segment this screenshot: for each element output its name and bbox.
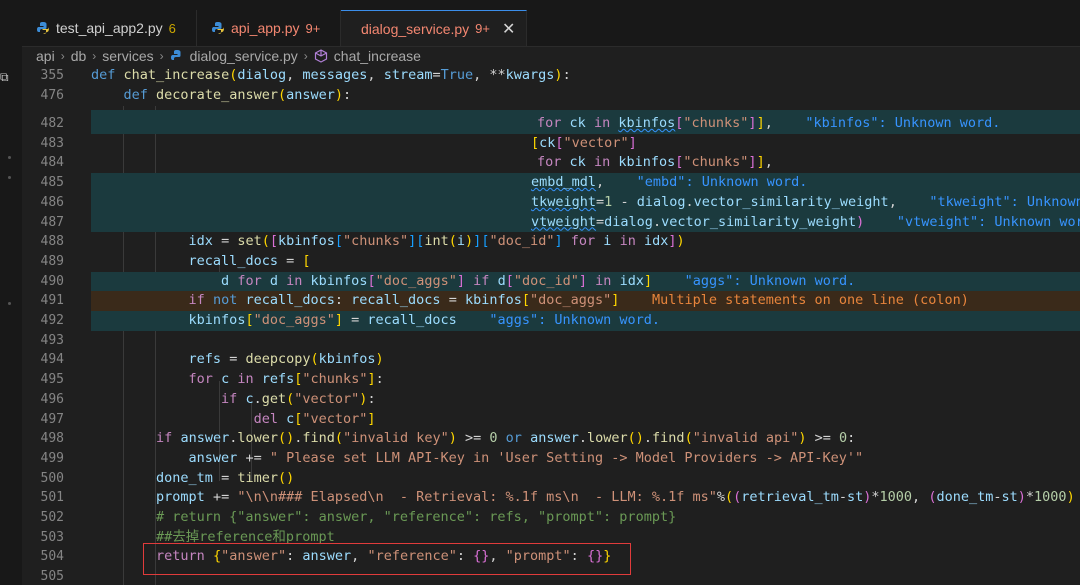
code-line: 488 idx = set([kbinfos["chunks"][int(i)]… [22,232,1080,252]
line-number: 490 [40,273,64,289]
line-number: 496 [40,391,64,407]
code-editor[interactable]: 355 def chat_increase(dialog, messages, … [22,66,1080,585]
tab-api-app[interactable]: api_app.py 9+ [197,10,341,46]
close-icon[interactable]: ✕ [502,19,515,39]
problem-count-badge: 9+ [475,21,490,36]
diagnostic-hint: "tkweight": Unknown [929,193,1080,210]
line-number: 484 [40,155,64,171]
code-line: 487 vtweight=dialog.vector_similarity_we… [22,213,1080,233]
code-line: 495 for c in refs["chunks"]: [22,370,1080,390]
tab-label: test_api_app2.py [56,20,163,36]
line-number: 493 [40,332,64,348]
problem-count-badge: 6 [168,20,176,36]
code-line: 496 if c.get("vector"): [22,390,1080,410]
code-line: 485 embd_mdl, "embd": Unknown word. [22,173,1080,193]
diagnostic-hint: "aggs": Unknown word. [684,272,856,289]
gutter-dot [8,176,11,179]
line-number: 487 [40,214,64,230]
code-line: 483 [ck["vector"] [22,134,1080,154]
chevron-right-icon: › [60,49,65,63]
tab-dialog-service[interactable]: dialog_service.py 9+ ✕ [341,10,527,46]
line-number: 499 [40,450,64,466]
line-number: 494 [40,352,64,368]
chevron-right-icon: › [159,49,164,63]
code-line: 482 for ck in kbinfos["chunks"]], "kbinf… [22,114,1080,134]
code-line: 486 tkweight=1 - dialog.vector_similarit… [22,193,1080,213]
code-line: 492 kbinfos["doc_aggs"] = recall_docs "a… [22,311,1080,331]
gutter-dot [8,156,11,159]
breadcrumb-item[interactable]: api [36,48,55,64]
python-file-icon [212,22,224,34]
code-line: 355 def chat_increase(dialog, messages, … [22,66,1080,86]
breadcrumb-item[interactable]: db [71,48,87,64]
line-number: 492 [40,313,64,328]
code-line: 502 # return {"answer": answer, "referen… [22,508,1080,528]
code-line: 490 d for d in kbinfos["doc_aggs"] if d[… [22,272,1080,292]
tab-test-api-app2[interactable]: test_api_app2.py 6 [22,10,197,46]
line-number: 495 [40,372,64,388]
breadcrumb-item[interactable]: dialog_service.py [190,48,298,64]
code-line: 501 prompt += "\n\n### Elapsed\n - Retri… [22,488,1080,508]
breadcrumb: api › db › services › dialog_service.py … [36,46,421,66]
tab-label: api_app.py [231,20,300,36]
line-number: 482 [40,116,64,131]
line-number: 500 [40,470,64,486]
problem-count-badge: 9+ [305,20,321,36]
tab-bar: test_api_app2.py 6 api_app.py 9+ dialog_… [0,0,1080,47]
chevron-right-icon: › [92,49,97,63]
line-number: 498 [40,431,64,447]
code-line: 494 refs = deepcopy(kbinfos) [22,350,1080,370]
line-number: 486 [40,194,64,210]
code-line: 489 recall_docs = [ [22,252,1080,272]
line-number: 488 [40,234,64,250]
python-file-icon [170,50,181,60]
line-number: 505 [40,569,64,585]
line-number: 485 [40,175,64,191]
code-line: 499 answer += " Please set LLM API-Key i… [22,449,1080,469]
python-file-icon [37,22,49,34]
diagnostic-hint: Multiple statements on one line (colon) [651,292,969,309]
breadcrumb-item[interactable]: services [102,48,153,64]
code-line: 491 if not recall_docs: recall_docs = kb… [22,291,1080,311]
line-number: 476 [40,87,64,103]
gutter-dot [8,302,11,305]
code-line: 497 del c["vector"] [22,410,1080,430]
code-line: 476 def decorate_answer(answer): [22,86,1080,106]
diagnostic-hint: "vtweight": Unknown word [896,213,1080,230]
code-line: 500 done_tm = timer() [22,469,1080,489]
editor-window: test_api_app2.py 6 api_app.py 9+ dialog_… [0,0,1080,585]
line-number: 483 [40,135,64,151]
method-icon [314,49,327,63]
line-number: 355 [40,68,64,83]
diagnostic-hint: "kbinfos": Unknown word. [805,115,1001,131]
line-number: 489 [40,253,64,269]
line-number: 501 [40,490,64,506]
line-number: 502 [40,510,64,525]
activity-strip: ⧉ [0,46,22,585]
line-number: 497 [40,411,64,427]
line-number: 491 [40,293,64,309]
code-line: 493 [22,331,1080,351]
line-number: 504 [40,549,64,565]
highlight-box [143,543,631,575]
breadcrumb-item[interactable]: chat_increase [334,48,421,64]
split-editor-icon[interactable]: ⧉ [0,70,9,85]
tab-label: dialog_service.py [361,20,470,37]
diagnostic-hint: "embd": Unknown word. [636,174,808,191]
diagnostic-hint: "aggs": Unknown word. [489,312,661,328]
code-line: 484 for ck in kbinfos["chunks"]], [22,153,1080,173]
line-number: 503 [40,529,64,545]
chevron-right-icon: › [303,49,308,63]
code-line: 498 if answer.lower().find("invalid key"… [22,429,1080,449]
